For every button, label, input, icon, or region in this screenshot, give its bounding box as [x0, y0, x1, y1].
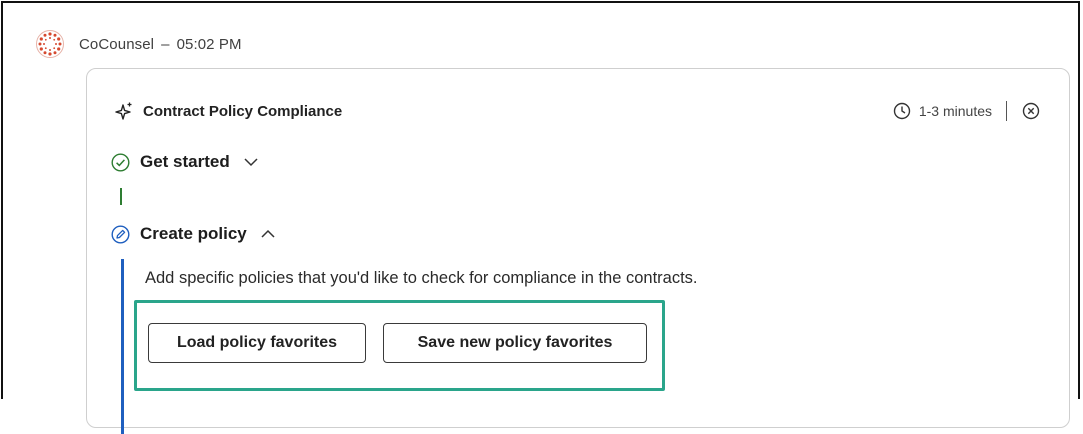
skill-card: Contract Policy Compliance 1-3 minutes G… — [86, 68, 1070, 434]
tools-divider — [1006, 101, 1007, 121]
sender-name: CoCounsel — [79, 35, 155, 53]
step-connector-active — [121, 259, 124, 434]
step-get-started[interactable]: Get started — [111, 152, 260, 172]
cocounsel-logo-icon — [36, 30, 64, 58]
card-tools: 1-3 minutes — [893, 101, 1041, 121]
step-label: Get started — [140, 152, 230, 171]
card-title: Contract Policy Compliance — [114, 101, 342, 121]
meta-separator: – — [161, 35, 170, 53]
load-policy-favorites-button[interactable]: Load policy favorites — [148, 323, 366, 363]
sparkle-icon — [115, 102, 132, 120]
save-new-policy-favorites-button[interactable]: Save new policy favorites — [383, 323, 647, 363]
pencil-circle-icon — [111, 224, 130, 244]
step-create-policy[interactable]: Create policy — [111, 224, 277, 244]
step-connector-complete — [120, 188, 122, 205]
close-circle-icon — [1022, 102, 1040, 120]
card-title-text: Contract Policy Compliance — [143, 102, 343, 120]
clock-icon — [893, 102, 911, 120]
step-label: Create policy — [140, 224, 247, 243]
message-meta: CoCounsel –05:02 PM — [79, 36, 242, 53]
close-button[interactable] — [1021, 101, 1041, 121]
step-description: Add specific policies that you'd like to… — [145, 269, 698, 287]
message-header: CoCounsel –05:02 PM — [35, 29, 242, 59]
message-time: 05:02 PM — [176, 35, 242, 53]
check-circle-icon — [111, 152, 130, 172]
chevron-up-icon[interactable] — [259, 225, 277, 243]
duration-text: 1-3 minutes — [918, 103, 992, 119]
chevron-down-icon[interactable] — [242, 153, 260, 171]
